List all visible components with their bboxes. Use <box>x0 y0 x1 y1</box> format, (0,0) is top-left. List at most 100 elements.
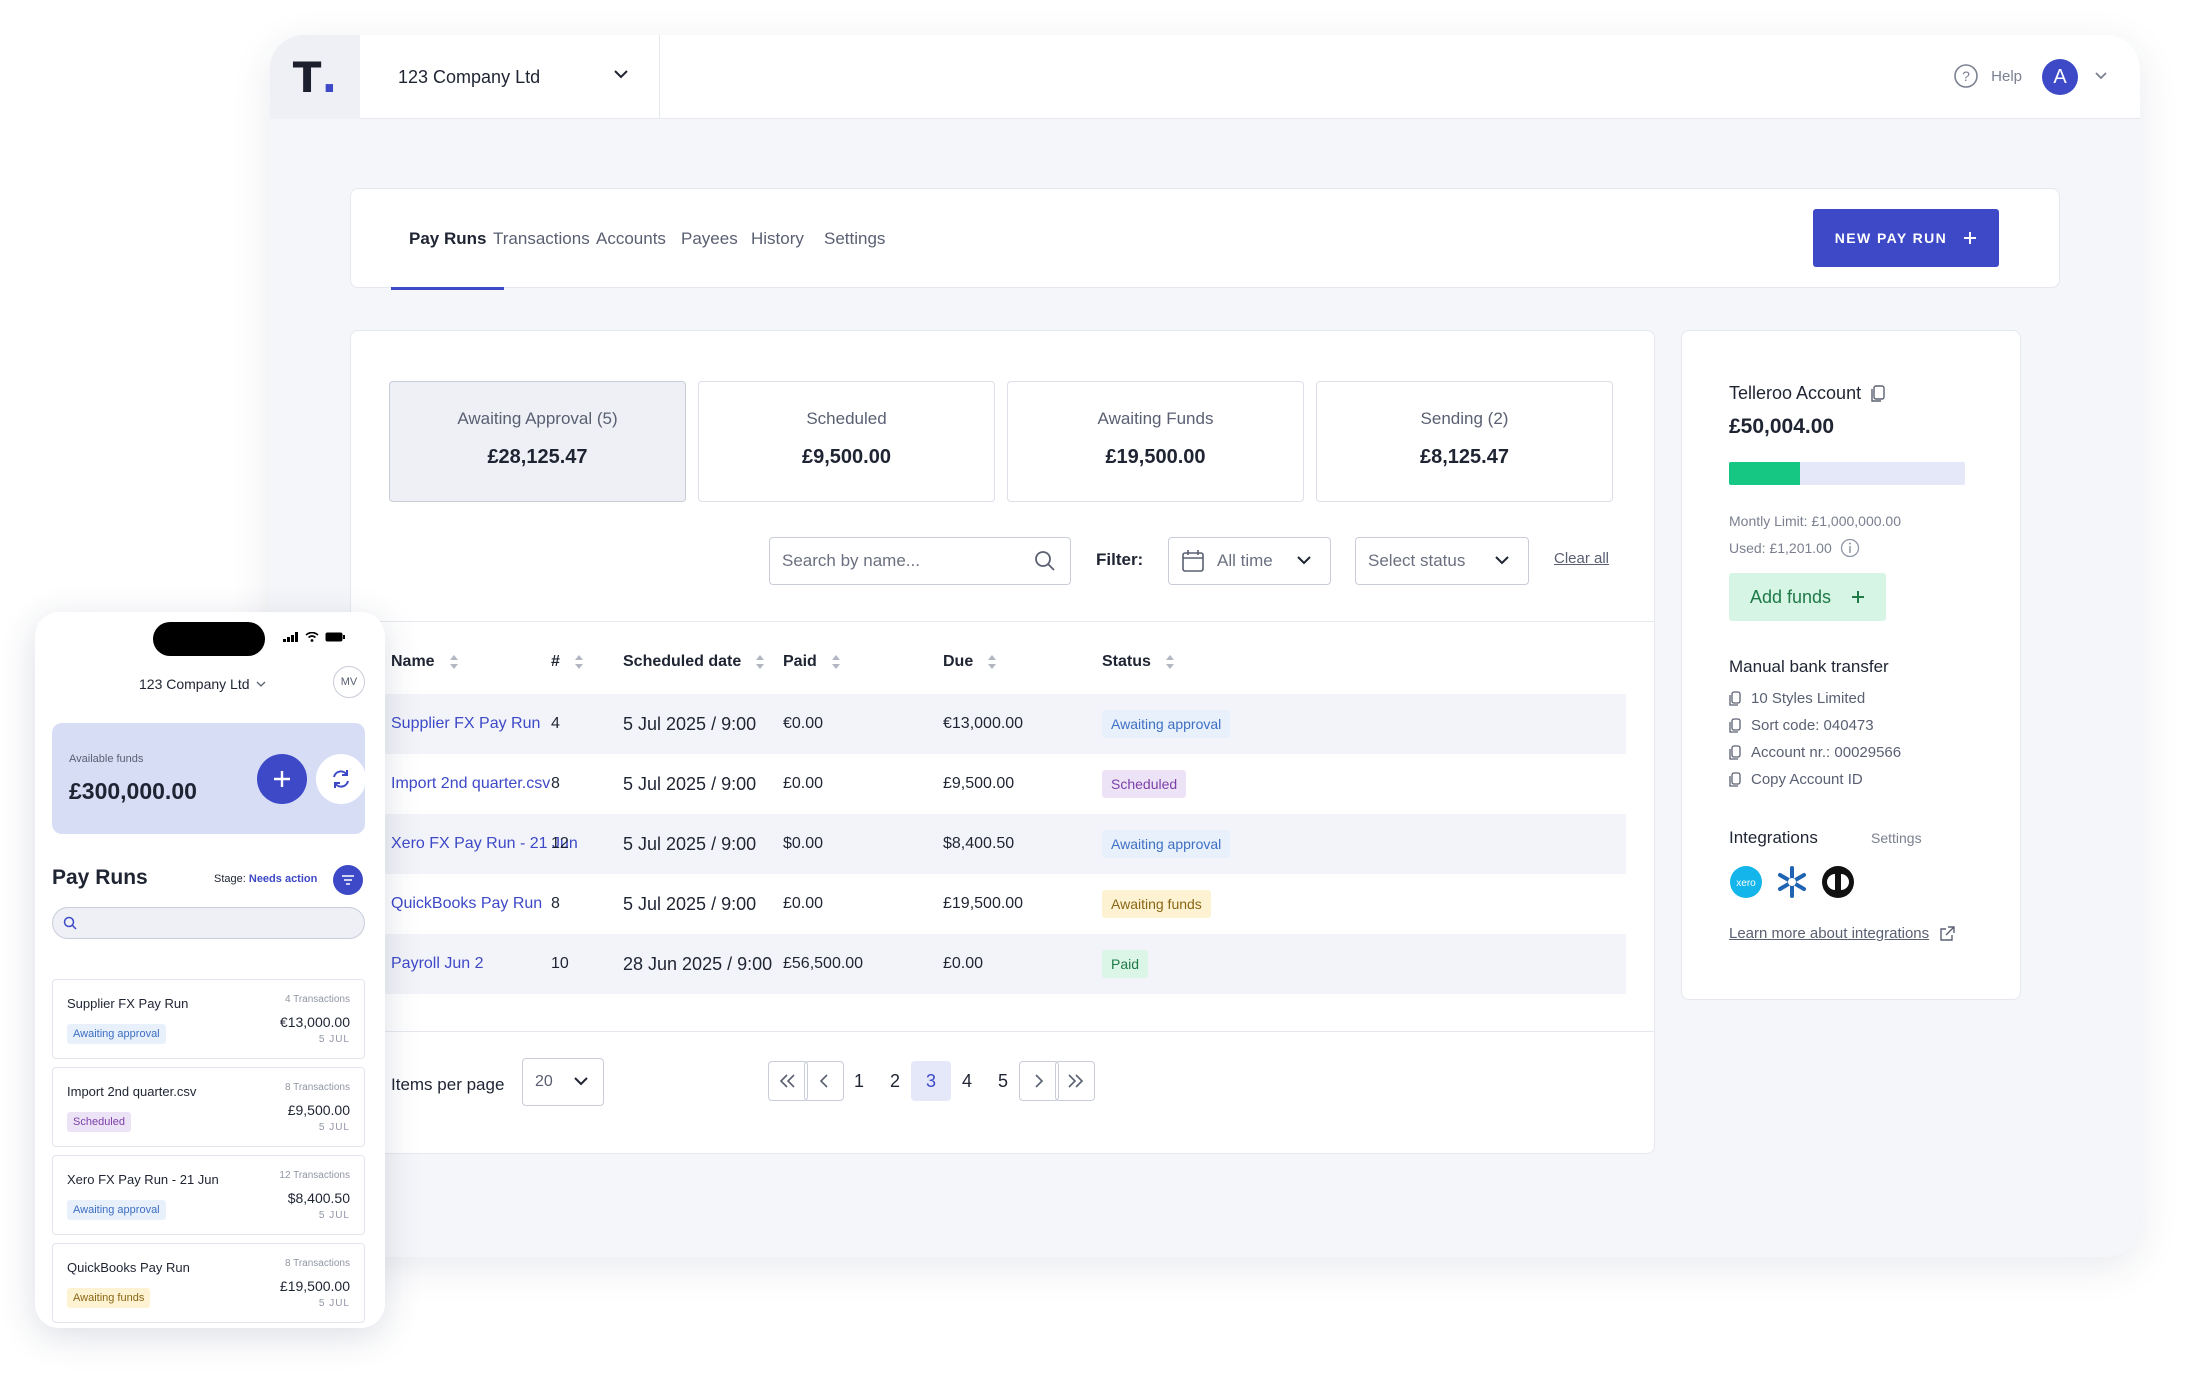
help-link[interactable]: ? Help <box>1953 63 2022 89</box>
tab-history[interactable]: History <box>751 189 804 289</box>
company-selector[interactable]: 123 Company Ltd <box>360 35 660 119</box>
phone-filter-button[interactable] <box>333 865 363 895</box>
item-amount: £9,500.00 <box>287 1102 350 1118</box>
item-date: 5 JUL <box>318 1122 350 1133</box>
column-header-status[interactable]: Status <box>1102 653 1175 671</box>
double-chevron-right-icon <box>1068 1074 1084 1088</box>
next-page-button[interactable] <box>1019 1061 1059 1101</box>
quickbooks-icon[interactable] <box>1821 865 1855 899</box>
phone-list-item[interactable]: QuickBooks Pay Run 8 Transactions £19,50… <box>52 1243 365 1323</box>
phone-avatar[interactable]: MV <box>333 666 365 698</box>
add-funds-button[interactable]: Add funds <box>1729 573 1886 621</box>
row-name[interactable]: Import 2nd quarter.csv <box>391 754 550 814</box>
sort-icon <box>756 655 765 669</box>
tab-payees[interactable]: Payees <box>681 189 738 289</box>
copy-sort-code[interactable]: Sort code: 040473 <box>1729 717 1874 734</box>
info-icon[interactable] <box>1840 538 1860 558</box>
clear-all-link[interactable]: Clear all <box>1554 550 1609 567</box>
last-page-button[interactable] <box>1055 1061 1095 1101</box>
table-row[interactable]: Xero FX Pay Run - 21 Jun 12 5 Jul 2025 /… <box>381 814 1626 874</box>
account-balance: £50,004.00 <box>1729 415 1835 438</box>
tab-settings[interactable]: Settings <box>824 189 885 289</box>
chevron-down-icon[interactable] <box>2094 71 2108 80</box>
phone-list-item[interactable]: Supplier FX Pay Run 4 Transactions €13,0… <box>52 979 365 1059</box>
item-transactions: 4 Transactions <box>284 994 350 1005</box>
row-due: €13,000.00 <box>943 715 1024 732</box>
column-header-date[interactable]: Scheduled date <box>623 653 765 671</box>
copy-icon[interactable] <box>1871 384 1885 403</box>
mobile-app: 123 Company Ltd MV Available funds £300,… <box>35 612 385 1328</box>
row-name[interactable]: Payroll Jun 2 <box>391 934 484 994</box>
sort-icon <box>831 655 840 669</box>
row-due: £9,500.00 <box>943 775 1015 792</box>
status-badge: Awaiting approval <box>1102 710 1231 738</box>
row-name[interactable]: QuickBooks Pay Run <box>391 874 542 934</box>
integrations-settings-link[interactable]: Settings <box>1871 830 1922 846</box>
divider <box>351 621 1654 622</box>
tab-accounts[interactable]: Accounts <box>596 189 666 289</box>
row-due: £19,500.00 <box>943 895 1024 912</box>
item-transactions: 8 Transactions <box>284 1082 350 1093</box>
page-2[interactable]: 2 <box>875 1061 915 1101</box>
learn-more-link[interactable]: Learn more about integrations <box>1729 925 1955 942</box>
page-1[interactable]: 1 <box>839 1061 879 1101</box>
stat-awaiting-funds[interactable]: Awaiting Funds £19,500.00 <box>1007 381 1304 502</box>
stat-awaiting-approval[interactable]: Awaiting Approval (5) £28,125.47 <box>389 381 686 502</box>
phone-list-item[interactable]: Xero FX Pay Run - 21 Jun 12 Transactions… <box>52 1155 365 1235</box>
snowflake-integration-icon[interactable] <box>1775 865 1809 899</box>
date-filter-select[interactable]: All time <box>1168 537 1331 585</box>
row-name[interactable]: Supplier FX Pay Run <box>391 694 540 754</box>
first-page-button[interactable] <box>768 1061 808 1101</box>
stat-sending[interactable]: Sending (2) £8,125.47 <box>1316 381 1613 502</box>
copy-account-number[interactable]: Account nr.: 00029566 <box>1729 744 1901 761</box>
chevron-left-icon <box>819 1074 828 1088</box>
monthly-limit: Montly Limit: £1,000,000.00 <box>1729 513 1901 529</box>
phone-list-item[interactable]: Import 2nd quarter.csv 8 Transactions £9… <box>52 1067 365 1147</box>
tab-transactions[interactable]: Transactions <box>493 189 590 289</box>
account-panel: Telleroo Account £50,004.00 Montly Limit… <box>1681 330 2021 1000</box>
integrations-title: Integrations <box>1729 828 1818 847</box>
column-header-name[interactable]: Name <box>391 653 459 671</box>
logo[interactable]: T. <box>270 35 360 119</box>
phone-add-button[interactable] <box>257 754 307 804</box>
prev-page-button[interactable] <box>804 1061 844 1101</box>
phone-search-input[interactable] <box>52 907 365 939</box>
column-header-count[interactable]: # <box>551 653 584 671</box>
column-header-paid[interactable]: Paid <box>783 653 841 671</box>
row-count: 4 <box>551 715 560 732</box>
items-per-page-select[interactable]: 20 <box>522 1058 604 1106</box>
copy-icon <box>1729 744 1741 760</box>
row-name[interactable]: Xero FX Pay Run - 21 Jun <box>391 814 578 874</box>
column-header-due[interactable]: Due <box>943 653 997 671</box>
table-row[interactable]: Import 2nd quarter.csv 8 5 Jul 2025 / 9:… <box>381 754 1626 814</box>
plus-icon <box>1852 591 1865 603</box>
svg-text:?: ? <box>1962 68 1970 84</box>
copy-company-name[interactable]: 10 Styles Limited <box>1729 690 1865 707</box>
row-paid: $0.00 <box>783 835 824 852</box>
row-date: 28 Jun 2025 / 9:00 <box>623 954 773 974</box>
page-4[interactable]: 4 <box>947 1061 987 1101</box>
copy-icon <box>1729 717 1741 733</box>
phone-company-selector[interactable]: 123 Company Ltd <box>139 676 266 692</box>
phone-refresh-button[interactable] <box>316 754 366 804</box>
page-3[interactable]: 3 <box>911 1061 951 1101</box>
status-filter-select[interactable]: Select status <box>1355 537 1529 585</box>
xero-icon[interactable]: xero <box>1729 865 1763 899</box>
table-row[interactable]: Payroll Jun 2 10 28 Jun 2025 / 9:00 £56,… <box>381 934 1626 994</box>
stat-scheduled[interactable]: Scheduled £9,500.00 <box>698 381 995 502</box>
phone-stage-filter[interactable]: Stage: Needs action <box>214 873 317 885</box>
phone-funds-card: Available funds £300,000.00 <box>52 723 366 834</box>
tab-pay-runs[interactable]: Pay Runs <box>390 189 506 290</box>
avatar[interactable]: A <box>2042 59 2078 95</box>
search-input[interactable]: Search by name... <box>769 537 1071 585</box>
wifi-icon <box>305 632 319 642</box>
plus-icon <box>274 771 290 787</box>
stat-value: £9,500.00 <box>802 446 891 468</box>
copy-account-id[interactable]: Copy Account ID <box>1729 771 1863 788</box>
signal-icon <box>283 632 298 642</box>
table-row[interactable]: QuickBooks Pay Run 8 5 Jul 2025 / 9:00 £… <box>381 874 1626 934</box>
page-5[interactable]: 5 <box>983 1061 1023 1101</box>
new-pay-run-button[interactable]: NEW PAY RUN <box>1813 209 1999 267</box>
table-row[interactable]: Supplier FX Pay Run 4 5 Jul 2025 / 9:00 … <box>381 694 1626 754</box>
refresh-icon <box>333 770 349 788</box>
